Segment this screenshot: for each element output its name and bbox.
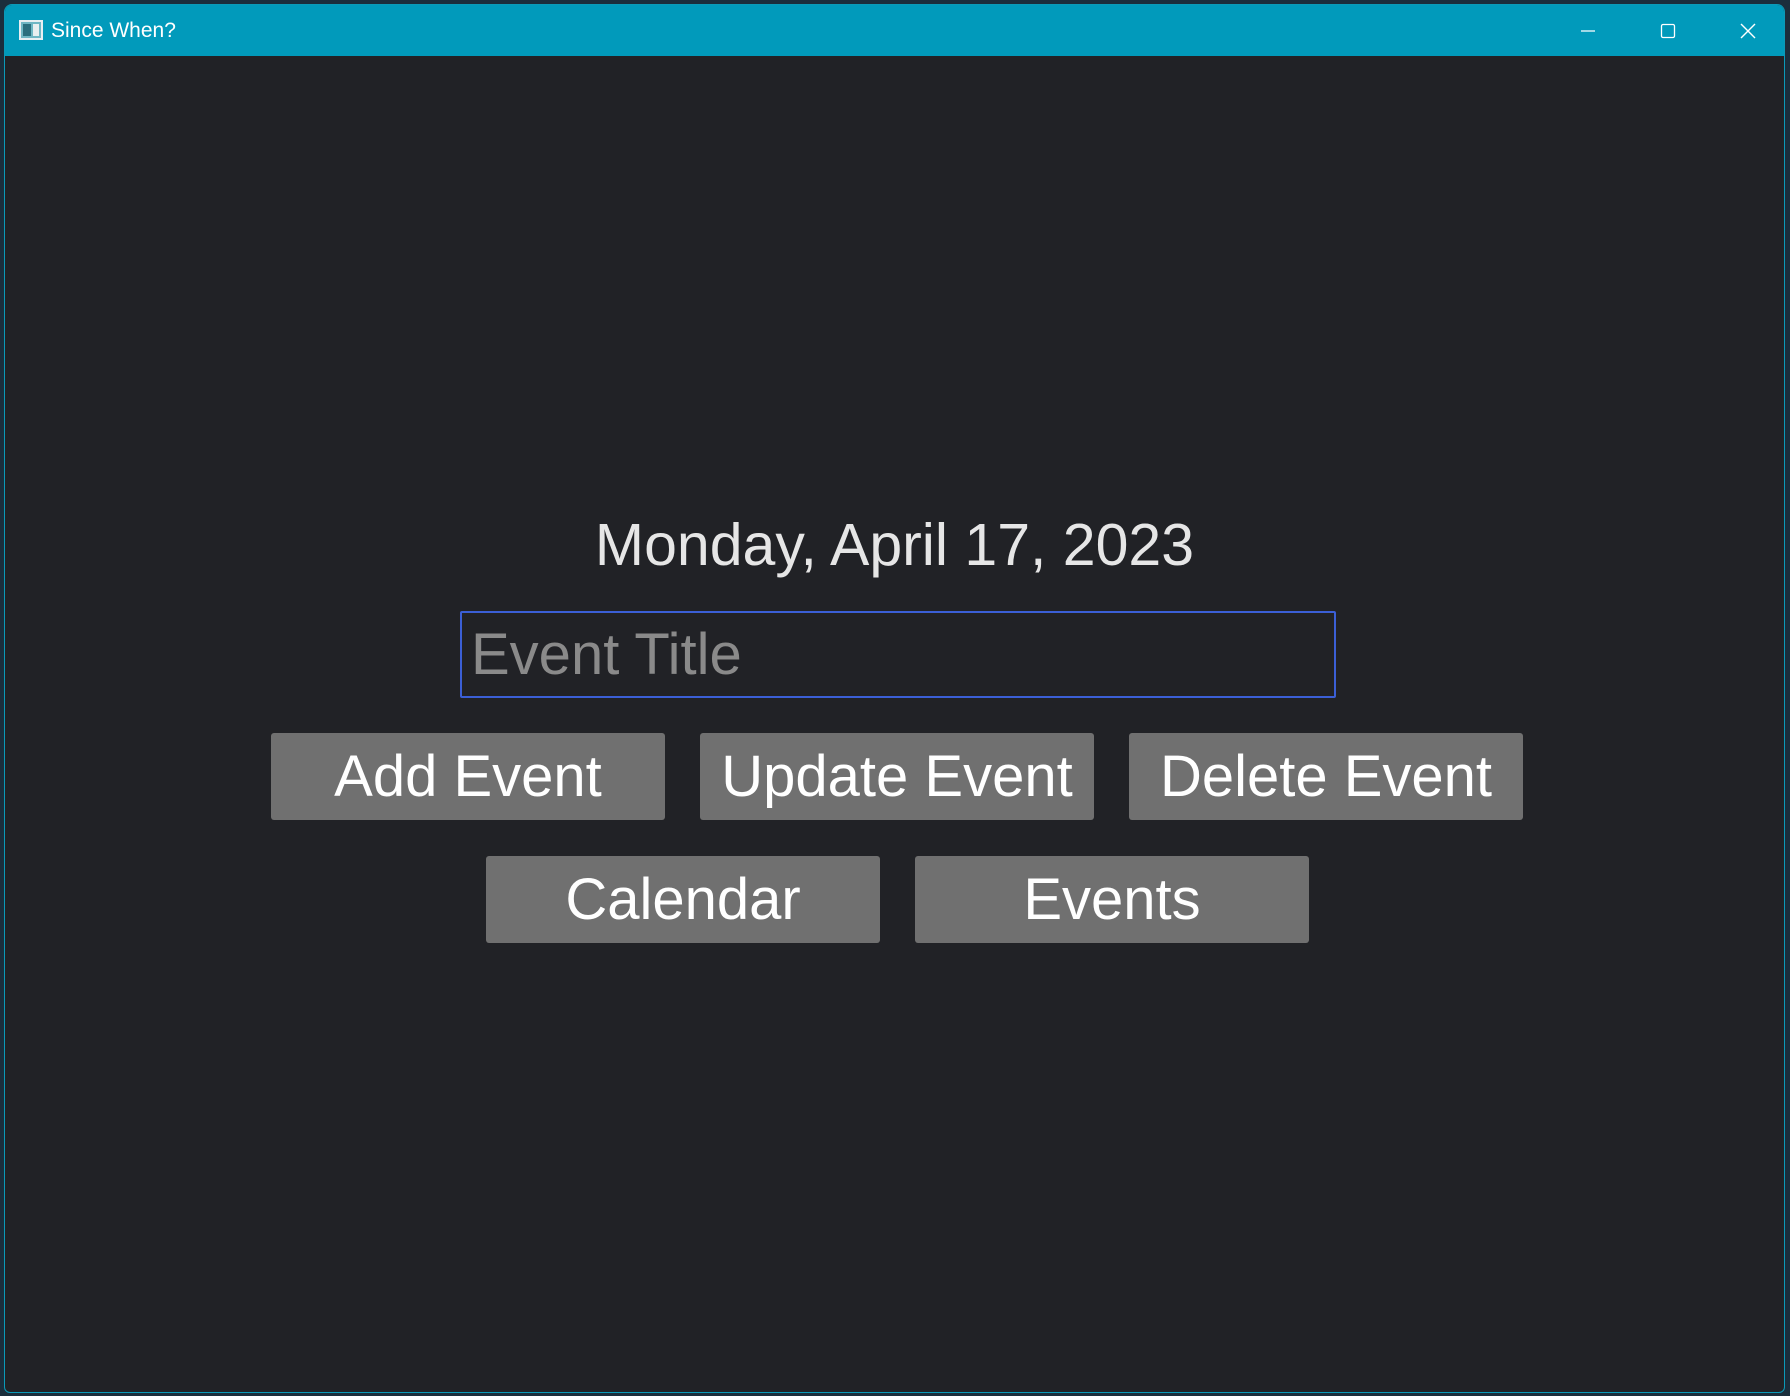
current-date-label: Monday, April 17, 2023 — [594, 512, 1195, 578]
delete-event-button[interactable]: Delete Event — [1129, 733, 1523, 820]
maximize-button[interactable] — [1628, 5, 1708, 56]
maximize-icon — [1660, 23, 1676, 38]
event-title-input[interactable] — [460, 611, 1336, 698]
events-button[interactable]: Events — [915, 856, 1309, 943]
minimize-icon — [1581, 29, 1595, 32]
calendar-button[interactable]: Calendar — [486, 856, 880, 943]
close-icon — [1740, 23, 1756, 38]
minimize-button[interactable] — [1548, 5, 1628, 56]
update-event-button[interactable]: Update Event — [700, 733, 1094, 820]
title-bar[interactable]: Since When? — [5, 5, 1784, 56]
window-title: Since When? — [51, 19, 176, 42]
app-window: Since When? Monday, April 17, 2023 Add E… — [4, 4, 1785, 1393]
add-event-button[interactable]: Add Event — [271, 733, 665, 820]
app-window-icon — [19, 20, 43, 40]
close-button[interactable] — [1708, 5, 1784, 56]
